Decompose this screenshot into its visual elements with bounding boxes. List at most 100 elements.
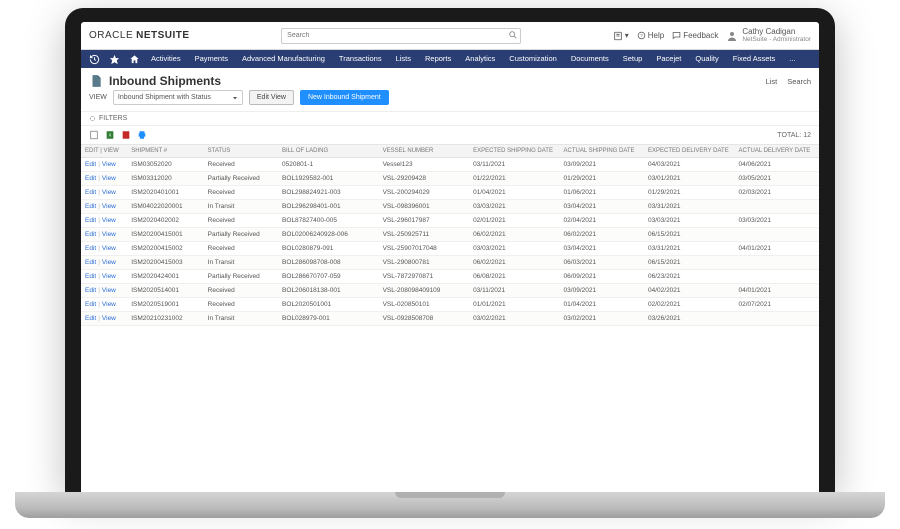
edit-link[interactable]: Edit [85,259,96,266]
cell-status: Received [204,158,278,172]
menu-item-quality[interactable]: Quality [689,50,724,68]
export-csv-icon[interactable] [89,130,99,140]
edit-link[interactable]: Edit [85,287,96,294]
view-link[interactable]: View [102,217,116,224]
brand-part2: NETSUITE [136,30,189,41]
col-header[interactable]: STATUS [204,145,278,158]
menu-item-documents[interactable]: Documents [565,50,615,68]
edit-link[interactable]: Edit [85,301,96,308]
menu-item-customization[interactable]: Customization [503,50,563,68]
cell-add [734,312,819,326]
cell-edd: 06/15/2021 [644,256,734,270]
view-link[interactable]: View [102,175,116,182]
view-link[interactable]: View [102,301,116,308]
cell-asd: 03/09/2021 [560,158,644,172]
cell-vessel: VSL-208098409109 [379,284,469,298]
cell-status: Partially Received [204,270,278,284]
view-link[interactable]: View [102,203,116,210]
view-link[interactable]: View [102,189,116,196]
avatar-icon [726,30,738,42]
cell-status: Partially Received [204,228,278,242]
cell-status: Received [204,214,278,228]
table-row: Edit|ViewISM2020519001ReceivedBOL2020501… [81,298,819,312]
col-header[interactable]: EXPECTED SHIPPING DATE [469,145,559,158]
star-icon[interactable] [105,50,123,68]
col-header[interactable]: VESSEL NUMBER [379,145,469,158]
cell-esd: 03/03/2021 [469,242,559,256]
cell-vessel: VSL-25907017048 [379,242,469,256]
table-row: Edit|ViewISM2020424001Partially Received… [81,270,819,284]
edit-link[interactable]: Edit [85,245,96,252]
edit-link[interactable]: Edit [85,273,96,280]
table-row: Edit|ViewISM20200415001Partially Receive… [81,228,819,242]
menu-item-reports[interactable]: Reports [419,50,457,68]
cell-bol: BOL028979-001 [278,312,379,326]
user-menu[interactable]: Cathy Cadigan NetSuite - Administrator [726,28,811,44]
view-link[interactable]: View [102,287,116,294]
cell-esd: 01/01/2021 [469,298,559,312]
col-header[interactable]: ACTUAL SHIPPING DATE [560,145,644,158]
view-link[interactable]: View [102,245,116,252]
notes-icon[interactable]: ▾ [613,31,629,41]
view-link[interactable]: View [102,315,116,322]
edit-link[interactable]: Edit [85,203,96,210]
export-pdf-icon[interactable] [121,130,131,140]
print-icon[interactable] [137,130,147,140]
table-row: Edit|ViewISM20200415002ReceivedBOL028087… [81,242,819,256]
cell-asd: 06/09/2021 [560,270,644,284]
help-link[interactable]: ? Help [637,31,664,40]
cell-asd: 02/04/2021 [560,214,644,228]
menu-item-advanced-manufacturing[interactable]: Advanced Manufacturing [236,50,331,68]
col-header[interactable]: EXPECTED DELIVERY DATE [644,145,734,158]
menu-item-payments[interactable]: Payments [189,50,234,68]
edit-link[interactable]: Edit [85,217,96,224]
menu-item-lists[interactable]: Lists [390,50,417,68]
cell-esd: 03/11/2021 [469,158,559,172]
view-select[interactable]: Inbound Shipment with Status [113,90,243,105]
view-link[interactable]: View [102,231,116,238]
col-header[interactable]: SHIPMENT # [127,145,203,158]
export-excel-icon[interactable]: X [105,130,115,140]
col-header[interactable]: ACTUAL DELIVERY DATE [734,145,819,158]
view-link[interactable]: View [102,161,116,168]
menu-item-pacejet[interactable]: Pacejet [650,50,687,68]
menu-item--[interactable]: ... [783,50,801,68]
history-icon[interactable] [85,50,103,68]
view-row: VIEW Inbound Shipment with Status Edit V… [81,90,819,111]
menu-item-transactions[interactable]: Transactions [333,50,388,68]
view-link[interactable]: View [102,259,116,266]
toolbar-row: X TOTAL: 12 [81,126,819,145]
page-title-row: Inbound Shipments List Search [81,68,819,90]
edit-view-button[interactable]: Edit View [249,90,294,105]
new-inbound-shipment-button[interactable]: New Inbound Shipment [300,90,389,105]
edit-link[interactable]: Edit [85,189,96,196]
menu-item-analytics[interactable]: Analytics [459,50,501,68]
search-link[interactable]: Search [787,77,811,86]
cell-esd: 06/08/2021 [469,270,559,284]
cell-bol: BOL0280879-091 [278,242,379,256]
edit-link[interactable]: Edit [85,231,96,238]
cell-vessel: VSL-200294029 [379,186,469,200]
search-icon[interactable] [508,30,518,40]
cell-esd: 06/02/2021 [469,256,559,270]
menu-item-fixed-assets[interactable]: Fixed Assets [727,50,782,68]
table-row: Edit|ViewISM2020402002ReceivedBOL8782740… [81,214,819,228]
feedback-link[interactable]: Feedback [672,31,718,40]
view-link[interactable]: View [102,273,116,280]
global-search-input[interactable] [281,28,521,44]
cell-esd: 03/02/2021 [469,312,559,326]
cell-ship: ISM20200415001 [127,228,203,242]
home-icon[interactable] [125,50,143,68]
document-icon [89,74,103,88]
filters-toggle[interactable]: FILTERS [81,111,819,126]
app-header: ORACLE NETSUITE ▾ ? Help [81,22,819,50]
col-header[interactable]: BILL OF LADING [278,145,379,158]
edit-link[interactable]: Edit [85,315,96,322]
edit-link[interactable]: Edit [85,175,96,182]
edit-link[interactable]: Edit [85,161,96,168]
list-link[interactable]: List [766,77,778,86]
cell-bol: BOL02006240928-006 [278,228,379,242]
col-header[interactable]: EDIT | VIEW [81,145,127,158]
menu-item-setup[interactable]: Setup [617,50,649,68]
menu-item-activities[interactable]: Activities [145,50,187,68]
